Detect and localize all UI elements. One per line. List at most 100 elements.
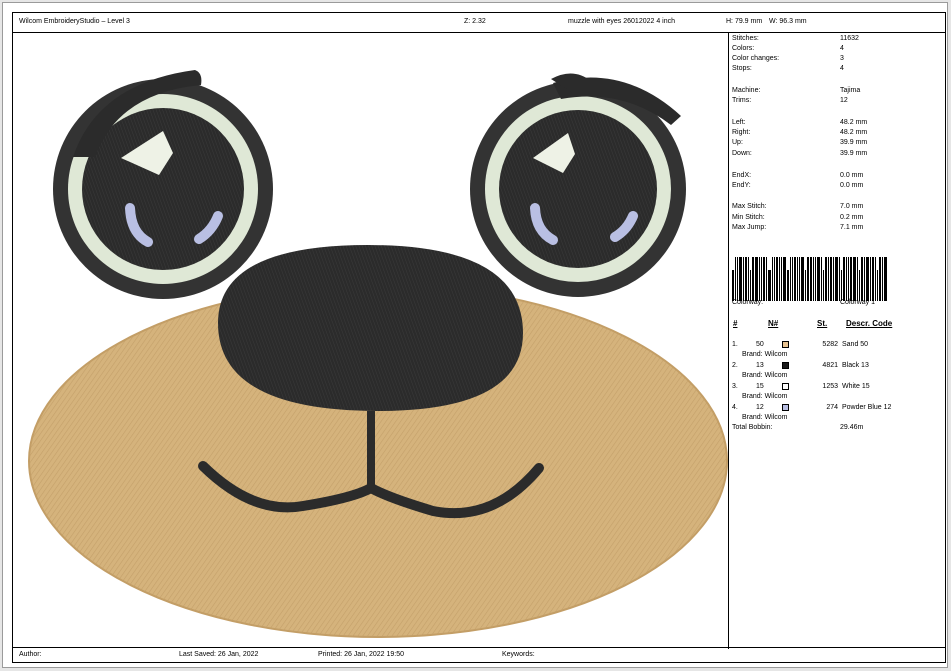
barcode-bar: [755, 257, 758, 301]
barcode-bar: [799, 257, 800, 301]
total-bobbin-row: Total Bobbin: 29.46m: [732, 424, 864, 431]
barcode-bar: [843, 257, 845, 301]
info-right: Right: 48.2 mm: [732, 129, 868, 136]
color-brand: Brand: Wilcom: [742, 393, 788, 400]
barcode-bar: [801, 257, 804, 301]
color-brand: Brand: Wilcom: [742, 372, 788, 379]
barcode-bar: [763, 257, 765, 301]
info-min-stitch: Min Stitch: 0.2 mm: [732, 214, 864, 221]
color-description: White 15: [842, 383, 870, 390]
barcode-bar: [884, 257, 887, 301]
design-info-panel: Stitches: 11632 Colors: 4 Color changes: 3 …: [730, 33, 945, 649]
info-machine: Machine: Tajima: [732, 87, 861, 94]
info-colors: Colors: 4: [732, 45, 844, 52]
barcode-bar: [870, 257, 871, 301]
barcode-bar: [774, 257, 775, 301]
color-swatch: [782, 341, 789, 348]
barcode-bar: [805, 270, 806, 301]
col-header-stitches: St.: [817, 319, 828, 328]
barcode-bar: [815, 257, 816, 301]
info-endy: EndY: 0.0 mm: [732, 182, 864, 189]
footer-last-saved: Last Saved: 26 Jan, 2022: [179, 651, 259, 658]
barcode-bar: [823, 270, 824, 301]
barcode-bar: [821, 257, 822, 301]
barcode-bar: [748, 257, 749, 301]
barcode-bar: [830, 257, 832, 301]
app-title: Wilcom EmbroideryStudio – Level 3: [19, 18, 130, 25]
color-index: 4.: [732, 404, 738, 411]
barcode-bar: [879, 257, 881, 301]
info-endx: EndX: 0.0 mm: [732, 172, 864, 179]
barcode-bar: [835, 257, 838, 301]
color-brand: Brand: Wilcom: [742, 351, 788, 358]
color-description: Sand 50: [842, 341, 869, 348]
info-color-changes: Color changes: 3: [732, 55, 844, 62]
nose-shape: [218, 245, 523, 411]
barcode-bar: [877, 270, 878, 301]
right-eye: [470, 73, 686, 297]
barcode-bar: [745, 257, 747, 301]
barcode-bar: [882, 257, 883, 301]
barcode-bar: [766, 257, 767, 301]
col-header-description: Descr. Code: [846, 319, 893, 328]
barcode-bar: [783, 257, 786, 301]
barcode-bar: [846, 257, 847, 301]
barcode-bar: [810, 257, 812, 301]
barcode-bar: [859, 270, 860, 301]
footer-bar: Author: Last Saved: 26 Jan, 2022 Printed…: [13, 647, 945, 662]
info-trims: Trims: 12: [732, 97, 848, 104]
color-swatch: [782, 383, 789, 390]
color-swatch: [782, 404, 789, 411]
barcode-bar: [797, 257, 798, 301]
panel-divider: [728, 33, 729, 649]
print-preview-page: Wilcom EmbroideryStudio – Level 3 Z: 2.3…: [2, 2, 948, 668]
barcode-bar: [739, 257, 742, 301]
sheet-frame: Wilcom EmbroideryStudio – Level 3 Z: 2.3…: [12, 12, 946, 663]
stitch-barcode: [732, 257, 908, 301]
barcode-bar: [825, 257, 827, 301]
info-left: Left: 48.2 mm: [732, 119, 868, 126]
barcode-bar: [872, 257, 874, 301]
barcode-bar: [794, 257, 796, 301]
info-down: Down: 39.9 mm: [732, 150, 868, 157]
color-number: 50: [756, 341, 764, 348]
barcode-bar: [850, 257, 852, 301]
color-index: 3.: [732, 383, 738, 390]
colorway-row: Colorway: Colorway 1: [732, 299, 876, 306]
design-width: W: 96.3 mm: [769, 18, 807, 25]
color-stitch-count: 5282: [822, 341, 838, 348]
barcode-bar: [813, 257, 814, 301]
barcode-bar: [792, 257, 793, 301]
color-number: 12: [756, 404, 764, 411]
design-name: muzzle with eyes 26012022 4 inch: [568, 18, 676, 25]
design-area: [13, 33, 728, 649]
barcode-bar: [776, 257, 778, 301]
barcode-bar: [787, 270, 789, 301]
color-stitch-count: 1253: [822, 383, 838, 390]
barcode-bar: [807, 257, 809, 301]
barcode-bar: [732, 270, 734, 301]
barcode-bar: [779, 257, 780, 301]
barcode-bar: [790, 257, 791, 301]
barcode-bar: [752, 257, 754, 301]
barcode-bar: [853, 257, 856, 301]
color-stitch-count: 274: [826, 404, 838, 411]
color-stitch-count: 4821: [822, 362, 838, 369]
barcode-bar: [875, 257, 876, 301]
info-max-stitch: Max Stitch: 7.0 mm: [732, 203, 864, 210]
color-index: 2.: [732, 362, 738, 369]
info-up: Up: 39.9 mm: [732, 139, 868, 146]
barcode-bar: [817, 257, 820, 301]
barcode-bar: [839, 257, 840, 301]
barcode-bar: [761, 257, 762, 301]
info-stitches: Stitches: 11632: [732, 35, 859, 42]
barcode-bar: [735, 257, 736, 301]
color-index: 1.: [732, 341, 738, 348]
barcode-bar: [781, 257, 782, 301]
barcode-bar: [737, 257, 738, 301]
header-bar: Wilcom EmbroideryStudio – Level 3 Z: 2.3…: [13, 13, 945, 33]
barcode-bar: [828, 257, 829, 301]
footer-keywords: Keywords:: [502, 651, 535, 658]
color-description: Black 13: [842, 362, 869, 369]
barcode-bar: [743, 257, 744, 301]
